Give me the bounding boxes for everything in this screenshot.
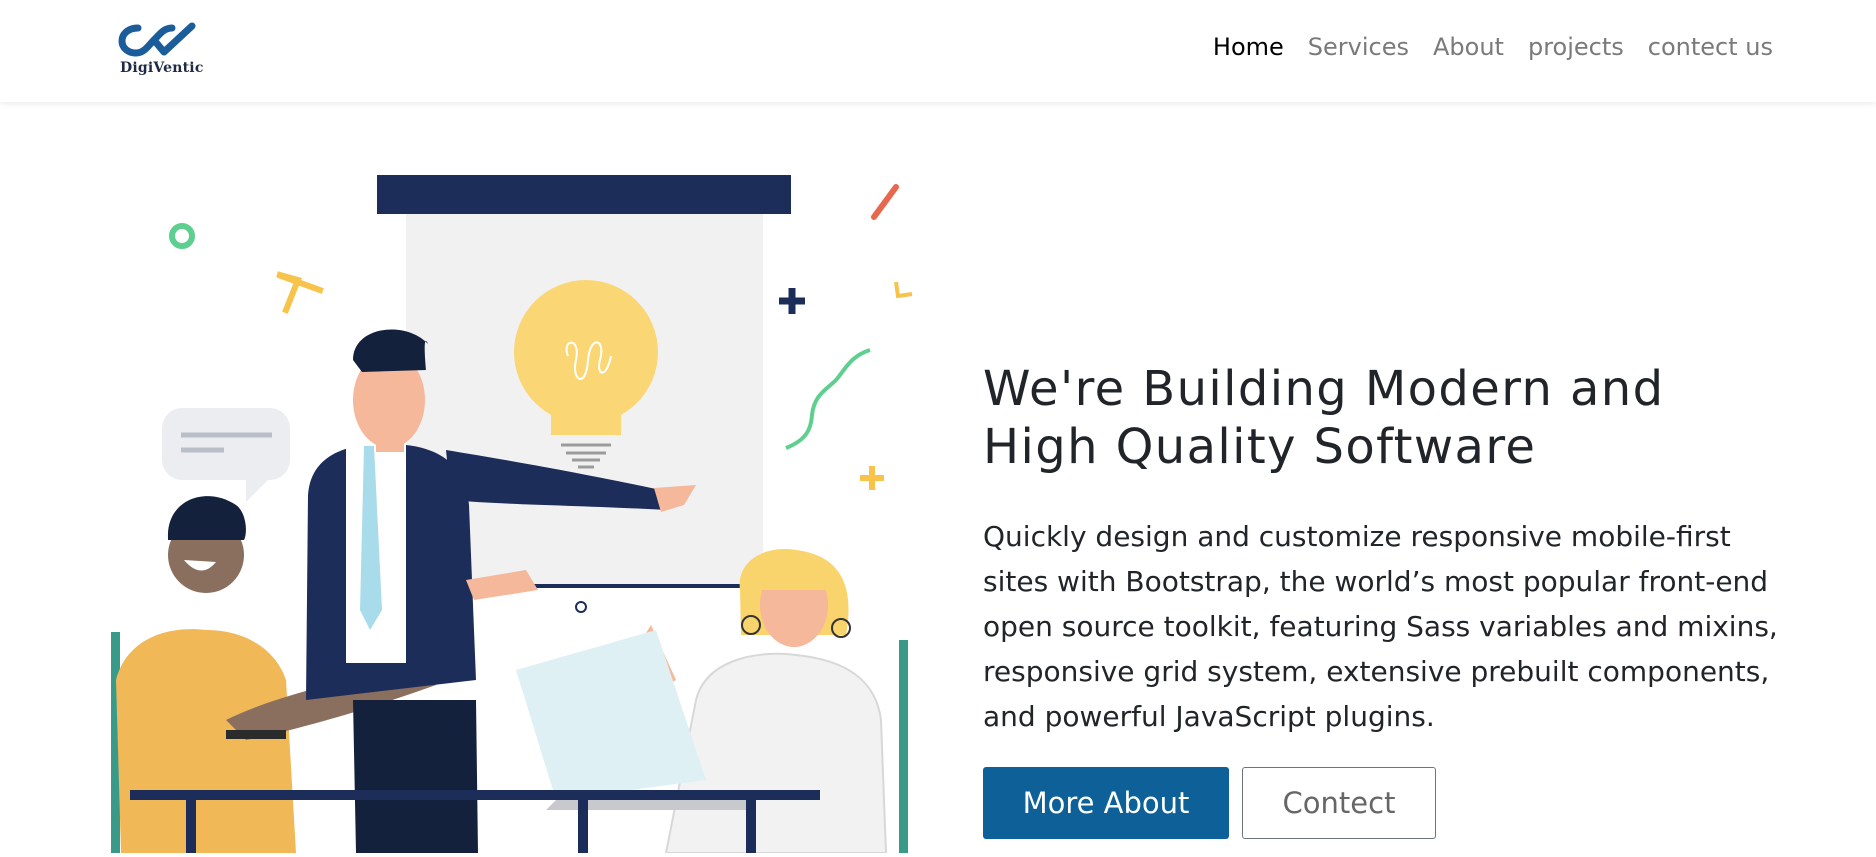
infinity-check-logo-icon (118, 22, 196, 57)
red-dash-shape (871, 184, 899, 220)
table-top (130, 790, 820, 800)
contact-button[interactable]: Contect (1242, 767, 1436, 839)
brand-name: DigiVentic (120, 60, 204, 76)
hero-illustration (106, 160, 916, 854)
nav-contact[interactable]: contect us (1648, 33, 1773, 61)
team-presentation-illustration (111, 175, 913, 854)
speech-bubble (162, 408, 290, 480)
more-about-button[interactable]: More About (983, 767, 1229, 839)
seated-man-figure (116, 629, 296, 853)
hero-content: We're Building Modern and High Quality S… (983, 360, 1783, 739)
hero-title: We're Building Modern and High Quality S… (983, 361, 1665, 475)
nav-projects[interactable]: projects (1528, 33, 1624, 61)
nav-home[interactable]: Home (1213, 33, 1284, 61)
hero-description: Quickly design and customize responsive … (983, 520, 1778, 733)
seated-woman-figure (664, 652, 888, 854)
green-ring-shape (169, 223, 195, 249)
brand-logo-link[interactable]: DigiVentic (118, 20, 203, 80)
laptop-shape (516, 630, 706, 800)
yellow-plus-shape (860, 466, 884, 490)
yellow-corner-shape (894, 281, 913, 299)
hero-actions: More About Contect (983, 767, 1436, 839)
board-top-bar (377, 175, 791, 214)
nav-services[interactable]: Services (1308, 33, 1409, 61)
navy-plus-shape (779, 288, 805, 314)
green-squiggle-shape (785, 348, 871, 450)
yellow-chevron-shape (276, 271, 324, 314)
navbar: DigiVentic Home Services About projects … (0, 0, 1876, 102)
nav-about[interactable]: About (1433, 33, 1504, 61)
lightbulb-icon (514, 280, 658, 424)
main-nav: Home Services About projects contect us (1213, 33, 1773, 61)
